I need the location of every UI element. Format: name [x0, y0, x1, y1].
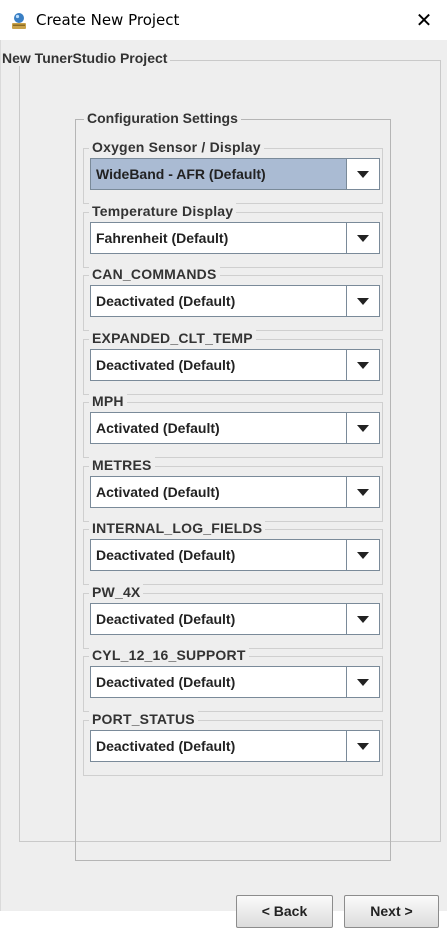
setting-dropdown[interactable]: Deactivated (Default) [90, 285, 380, 317]
new-project-title: New TunerStudio Project [2, 50, 171, 66]
setting-label: CAN_COMMANDS [89, 266, 220, 282]
setting-value: Deactivated (Default) [96, 674, 236, 690]
setting-dropdown[interactable]: Deactivated (Default) [90, 602, 380, 635]
setting-dropdown[interactable]: Deactivated (Default) [90, 666, 380, 698]
setting-value: Deactivated (Default) [96, 610, 236, 627]
chevron-down-icon[interactable] [346, 730, 379, 761]
close-icon: ✕ [415, 8, 433, 32]
window-title: Create New Project [36, 11, 180, 29]
setting-group: CYL_12_16_SUPPORT Deactivated (Default) [83, 647, 383, 712]
setting-value: Deactivated (Default) [96, 356, 236, 373]
setting-dropdown[interactable]: Activated (Default) [90, 475, 380, 508]
setting-dropdown[interactable]: Deactivated (Default) [90, 729, 380, 762]
next-button[interactable]: Next > [344, 895, 439, 928]
chevron-down-icon[interactable] [346, 603, 379, 634]
setting-group: Temperature Display Fahrenheit (Default) [83, 202, 383, 268]
chevron-down-icon[interactable] [346, 286, 379, 316]
setting-value: Activated (Default) [96, 420, 220, 436]
setting-group: METRES Activated (Default) [83, 456, 383, 522]
close-button[interactable]: ✕ [401, 0, 447, 40]
chevron-down-icon[interactable] [346, 413, 379, 443]
setting-dropdown[interactable]: Activated (Default) [90, 412, 380, 444]
tunerstudio-app-icon [10, 12, 28, 30]
wizard-body: New TunerStudio Project Configuration Se… [0, 40, 447, 928]
setting-label: PW_4X [89, 583, 144, 600]
setting-label: INTERNAL_LOG_FIELDS [89, 520, 266, 536]
setting-label: MPH [89, 393, 127, 409]
title-bar: Create New Project ✕ [0, 0, 447, 40]
setting-dropdown[interactable]: WideBand - AFR (Default) [90, 158, 380, 190]
chevron-down-icon[interactable] [346, 222, 379, 253]
setting-group: MPH Activated (Default) [83, 393, 383, 458]
setting-value: WideBand - AFR (Default) [96, 166, 266, 182]
setting-value: Fahrenheit (Default) [96, 229, 229, 246]
setting-group: EXPANDED_CLT_TEMP Deactivated (Default) [83, 329, 383, 395]
chevron-down-icon[interactable] [346, 540, 379, 570]
chevron-down-icon[interactable] [346, 476, 379, 507]
back-button[interactable]: < Back [236, 895, 333, 928]
chevron-down-icon[interactable] [346, 349, 379, 380]
setting-value: Deactivated (Default) [96, 293, 236, 309]
setting-label: PORT_STATUS [89, 710, 198, 727]
setting-label: EXPANDED_CLT_TEMP [89, 329, 256, 346]
setting-group: PW_4X Deactivated (Default) [83, 583, 383, 649]
setting-value: Activated (Default) [96, 483, 220, 500]
setting-group: PORT_STATUS Deactivated (Default) [83, 710, 383, 776]
chevron-down-icon[interactable] [346, 667, 379, 697]
setting-group: INTERNAL_LOG_FIELDS Deactivated (Default) [83, 520, 383, 585]
setting-label: CYL_12_16_SUPPORT [89, 647, 249, 663]
configuration-settings-title: Configuration Settings [84, 110, 241, 126]
setting-label: METRES [89, 456, 155, 473]
chevron-down-icon[interactable] [346, 159, 379, 189]
setting-value: Deactivated (Default) [96, 737, 236, 754]
setting-dropdown[interactable]: Fahrenheit (Default) [90, 221, 380, 254]
setting-label: Oxygen Sensor / Display [89, 139, 264, 155]
setting-value: Deactivated (Default) [96, 547, 236, 563]
setting-group: Oxygen Sensor / Display WideBand - AFR (D… [83, 139, 383, 204]
setting-dropdown[interactable]: Deactivated (Default) [90, 348, 380, 381]
setting-label: Temperature Display [89, 202, 237, 219]
setting-dropdown[interactable]: Deactivated (Default) [90, 539, 380, 571]
setting-group: CAN_COMMANDS Deactivated (Default) [83, 266, 383, 331]
configuration-settings-panel: Configuration Settings Oxygen Sensor / D… [75, 110, 391, 861]
